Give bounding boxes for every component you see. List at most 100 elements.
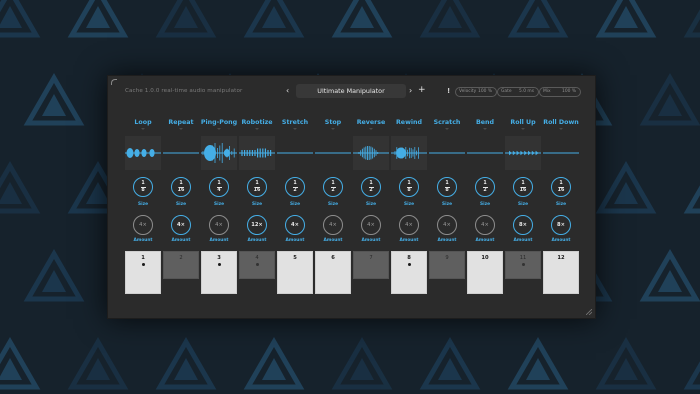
effect-label-11[interactable]: Roll Up bbox=[504, 119, 542, 126]
effect-label-8[interactable]: Rewind bbox=[390, 119, 428, 126]
size-knob-9[interactable]: 1 8 bbox=[437, 177, 457, 197]
amount-knob-5[interactable]: 4× bbox=[285, 215, 305, 235]
amount-knob-10[interactable]: 4× bbox=[475, 215, 495, 235]
size-knob-2[interactable]: 1 16 bbox=[171, 177, 191, 197]
waveform-10[interactable] bbox=[467, 136, 503, 170]
waveform-1[interactable] bbox=[125, 136, 161, 170]
amount-knob-3[interactable]: 4× bbox=[209, 215, 229, 235]
pad-8[interactable]: 8 bbox=[391, 251, 427, 294]
size-knob-11[interactable]: 1 16 bbox=[513, 177, 533, 197]
pattern-tile bbox=[23, 249, 85, 302]
amount-knob-8[interactable]: 4× bbox=[399, 215, 419, 235]
pad-9[interactable]: 9 bbox=[429, 251, 465, 279]
amount-knob-7[interactable]: 4× bbox=[361, 215, 381, 235]
next-preset-button[interactable]: › bbox=[409, 84, 412, 98]
amount-caption: Amount bbox=[323, 238, 343, 243]
pad-4[interactable]: 4 bbox=[239, 251, 275, 279]
pad-10[interactable]: 10 bbox=[467, 251, 503, 294]
size-knob-12[interactable]: 1 16 bbox=[551, 177, 571, 197]
pad-12[interactable]: 12 bbox=[543, 251, 579, 294]
pad-6[interactable]: 6 bbox=[315, 251, 351, 294]
dropdown-marker-icon bbox=[559, 128, 563, 130]
amount-knob-2[interactable]: 4× bbox=[171, 215, 191, 235]
waveform-5[interactable] bbox=[277, 136, 313, 170]
size-knob-7[interactable]: 1 2 bbox=[361, 177, 381, 197]
size-denominator: 16 bbox=[557, 188, 565, 193]
waveform-11[interactable] bbox=[505, 136, 541, 170]
size-denominator: 2 bbox=[369, 188, 373, 193]
gate-param[interactable]: Gate 5.0 ms bbox=[497, 87, 539, 97]
size-denominator: 16 bbox=[253, 188, 261, 193]
dropdown-marker-icon bbox=[407, 128, 411, 130]
pad-number: 1 bbox=[141, 255, 145, 261]
resize-grip-icon[interactable] bbox=[586, 309, 592, 315]
size-numerator: 1 bbox=[521, 181, 525, 186]
pad-7[interactable]: 7 bbox=[353, 251, 389, 279]
preset-selector[interactable]: Ultimate Manipulator bbox=[296, 84, 406, 98]
pad-5[interactable]: 5 bbox=[277, 251, 313, 294]
amount-knob-6[interactable]: 4× bbox=[323, 215, 343, 235]
dropdown-marker-icon bbox=[369, 128, 373, 130]
pad-number: 4 bbox=[255, 255, 259, 261]
prev-preset-button[interactable]: ‹ bbox=[286, 84, 289, 98]
effect-label-9[interactable]: Scratch bbox=[428, 119, 466, 126]
pattern-tile bbox=[639, 249, 700, 302]
pad-2[interactable]: 2 bbox=[163, 251, 199, 279]
size-caption: Size bbox=[518, 202, 528, 207]
pattern-tile bbox=[595, 161, 657, 214]
effect-label-2[interactable]: Repeat bbox=[162, 119, 200, 126]
pattern-tile bbox=[683, 185, 700, 214]
amount-knob-11[interactable]: 8× bbox=[513, 215, 533, 235]
pad-number: 5 bbox=[293, 255, 297, 261]
waveform-8[interactable] bbox=[391, 136, 427, 170]
size-knob-10[interactable]: 1 2 bbox=[475, 177, 495, 197]
waveform-4[interactable] bbox=[239, 136, 275, 170]
add-preset-button[interactable]: + bbox=[418, 83, 426, 97]
mix-param[interactable]: Mix 100 % bbox=[539, 87, 581, 97]
size-caption: Size bbox=[290, 202, 300, 207]
size-caption: Size bbox=[214, 202, 224, 207]
amount-caption: Amount bbox=[361, 238, 381, 243]
velocity-param[interactable]: Velocity 100 % bbox=[455, 87, 497, 97]
pattern-tile bbox=[0, 0, 41, 38]
effect-label-3[interactable]: Ping-Pong bbox=[200, 119, 238, 126]
size-caption: Size bbox=[404, 202, 414, 207]
size-knob-5[interactable]: 1 2 bbox=[285, 177, 305, 197]
size-denominator: 8 bbox=[141, 188, 145, 193]
amount-knob-12[interactable]: 8× bbox=[551, 215, 571, 235]
waveform-3[interactable] bbox=[201, 136, 237, 170]
effect-label-6[interactable]: Stop bbox=[314, 119, 352, 126]
pad-3[interactable]: 3 bbox=[201, 251, 237, 294]
size-knob-8[interactable]: 1 8 bbox=[399, 177, 419, 197]
size-knob-3[interactable]: 1 4 bbox=[209, 177, 229, 197]
size-caption: Size bbox=[480, 202, 490, 207]
waveform-2[interactable] bbox=[163, 136, 199, 170]
effect-label-10[interactable]: Bend bbox=[466, 119, 504, 126]
dropdown-marker-icon bbox=[179, 128, 183, 130]
size-knob-6[interactable]: 1 2 bbox=[323, 177, 343, 197]
size-knob-1[interactable]: 1 8 bbox=[133, 177, 153, 197]
alert-icon[interactable]: ! bbox=[447, 84, 450, 98]
size-knob-4[interactable]: 1 16 bbox=[247, 177, 267, 197]
pad-11[interactable]: 11 bbox=[505, 251, 541, 279]
effect-label-1[interactable]: Loop bbox=[124, 119, 162, 126]
amount-knob-1[interactable]: 4× bbox=[133, 215, 153, 235]
pad-number: 12 bbox=[557, 255, 565, 261]
size-caption: Size bbox=[366, 202, 376, 207]
effect-label-4[interactable]: Robotize bbox=[238, 119, 276, 126]
pad-1[interactable]: 1 bbox=[125, 251, 161, 294]
amount-knob-9[interactable]: 4× bbox=[437, 215, 457, 235]
waveform-6[interactable] bbox=[315, 136, 351, 170]
size-caption: Size bbox=[556, 202, 566, 207]
size-numerator: 1 bbox=[179, 181, 183, 186]
size-numerator: 1 bbox=[483, 181, 487, 186]
amount-caption: Amount bbox=[247, 238, 267, 243]
pattern-tile bbox=[67, 337, 129, 390]
waveform-12[interactable] bbox=[543, 136, 579, 170]
effect-label-5[interactable]: Stretch bbox=[276, 119, 314, 126]
effect-label-12[interactable]: Roll Down bbox=[542, 119, 580, 126]
effect-label-7[interactable]: Reverse bbox=[352, 119, 390, 126]
amount-knob-4[interactable]: 12× bbox=[247, 215, 267, 235]
waveform-7[interactable] bbox=[353, 136, 389, 170]
waveform-9[interactable] bbox=[429, 136, 465, 170]
